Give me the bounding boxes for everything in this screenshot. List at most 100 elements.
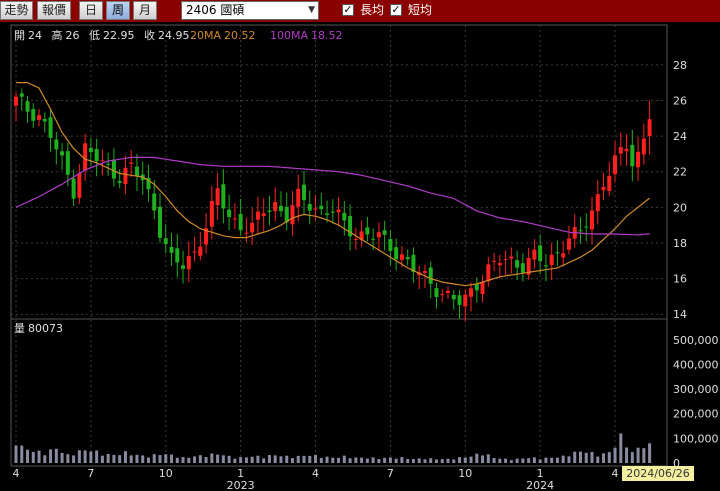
volume-bar xyxy=(538,459,542,463)
candle-body xyxy=(515,260,520,268)
volume-bar xyxy=(285,455,289,463)
candle-body xyxy=(399,254,404,260)
volume-bar xyxy=(319,457,323,463)
candle-body xyxy=(83,143,88,171)
volume-bar xyxy=(54,448,58,463)
candle-body xyxy=(595,194,600,212)
volume-bar xyxy=(267,455,271,463)
candle-body xyxy=(60,151,65,156)
candle-body xyxy=(509,256,514,259)
tab-quote[interactable]: 報價 xyxy=(37,1,71,20)
volume-bar xyxy=(515,458,519,463)
candle-body xyxy=(14,96,18,106)
volume-bar xyxy=(244,457,248,463)
volume-bar xyxy=(262,458,266,463)
volume-bar xyxy=(521,458,525,463)
volume-bar xyxy=(66,454,70,463)
volume-bar xyxy=(279,456,283,463)
volume-bar xyxy=(383,457,387,463)
tab-monthly[interactable]: 月 xyxy=(133,1,157,20)
candle-body xyxy=(152,193,157,211)
candle-body xyxy=(267,210,272,212)
candle-body xyxy=(555,252,560,254)
volume-bar xyxy=(118,455,122,463)
volume-bar xyxy=(625,447,629,463)
candle-body xyxy=(158,206,162,238)
volume-bar xyxy=(394,458,398,463)
candle-body xyxy=(129,162,134,164)
long-ma-label: 長均 xyxy=(360,3,385,17)
candle-body xyxy=(307,204,312,211)
volume-bar xyxy=(642,448,646,463)
chart-area: 1416182022242628 0100,000200,000300,0004… xyxy=(10,24,719,491)
volume-value: 80073 xyxy=(28,322,63,335)
volume-bar xyxy=(446,458,450,463)
volume-bar xyxy=(492,458,496,463)
symbol-select[interactable]: 2406 國碩 ▼ xyxy=(181,1,319,20)
volume-bar xyxy=(152,454,156,463)
volume-bar xyxy=(429,458,433,463)
candle-body xyxy=(388,239,393,251)
volume-bar xyxy=(325,456,329,463)
candle-body xyxy=(117,180,122,183)
volume-bar xyxy=(584,452,588,463)
candle-body xyxy=(273,202,278,212)
price-tick-label: 22 xyxy=(673,166,687,179)
candle-body xyxy=(422,271,427,273)
volume-bar xyxy=(613,447,617,463)
candle-body xyxy=(446,290,450,293)
candle-body xyxy=(296,188,301,207)
volume-bar xyxy=(337,457,341,463)
volume-bar xyxy=(14,445,18,463)
volume-bar xyxy=(158,455,162,463)
candle-body xyxy=(532,249,537,260)
x-tick-label: 7 xyxy=(387,467,394,480)
candle-body xyxy=(163,238,168,245)
price-axis: 14 16 18 20 22 24 26 28 xyxy=(673,59,687,321)
candle-body xyxy=(192,251,197,253)
chevron-down-icon[interactable]: ▼ xyxy=(308,2,315,19)
volume-bar xyxy=(544,457,548,463)
tab-daily[interactable]: 日 xyxy=(79,1,103,20)
volume-bar xyxy=(411,458,415,463)
volume-bar xyxy=(95,450,99,463)
short-ma-checkbox[interactable]: ✓ xyxy=(390,4,402,16)
volume-bar xyxy=(648,443,652,463)
ma20-info: 20MA 20.52 xyxy=(190,29,256,42)
candle-body xyxy=(342,212,347,221)
candle-body xyxy=(584,226,589,228)
candle-body xyxy=(434,288,439,297)
candle-body xyxy=(71,178,76,199)
candle-body xyxy=(250,222,255,233)
volume-bar xyxy=(567,456,571,463)
volume-bar xyxy=(348,458,352,463)
volume-bar xyxy=(607,452,611,463)
candle-body xyxy=(325,213,330,215)
candle-body xyxy=(209,200,214,227)
volume-bar xyxy=(400,457,404,463)
tab-weekly[interactable]: 周 xyxy=(106,1,130,20)
candle-body xyxy=(244,232,249,234)
volume-bar xyxy=(273,455,277,463)
candle-body xyxy=(543,265,548,267)
volume-bar xyxy=(417,458,421,463)
volume-bar xyxy=(129,455,133,463)
candle-body xyxy=(440,294,445,296)
candle-body xyxy=(520,263,525,273)
volume-bar xyxy=(170,454,174,463)
tab-intraday[interactable]: 走勢 xyxy=(0,1,33,20)
candle-body xyxy=(31,109,36,121)
volume-bar xyxy=(578,451,582,463)
ma-lines xyxy=(15,82,650,287)
candle-body xyxy=(365,227,370,235)
price-tick-label: 18 xyxy=(673,237,687,250)
volume-bar xyxy=(365,458,369,463)
volume-bar xyxy=(509,460,513,463)
candle-body xyxy=(232,218,237,220)
long-ma-checkbox[interactable]: ✓ xyxy=(342,4,354,16)
volume-bar xyxy=(440,459,444,463)
volume-bar xyxy=(175,457,179,463)
ma100-value: 18.52 xyxy=(311,29,343,42)
short-ma-label: 短均 xyxy=(408,3,433,17)
volume-bar xyxy=(504,458,508,463)
